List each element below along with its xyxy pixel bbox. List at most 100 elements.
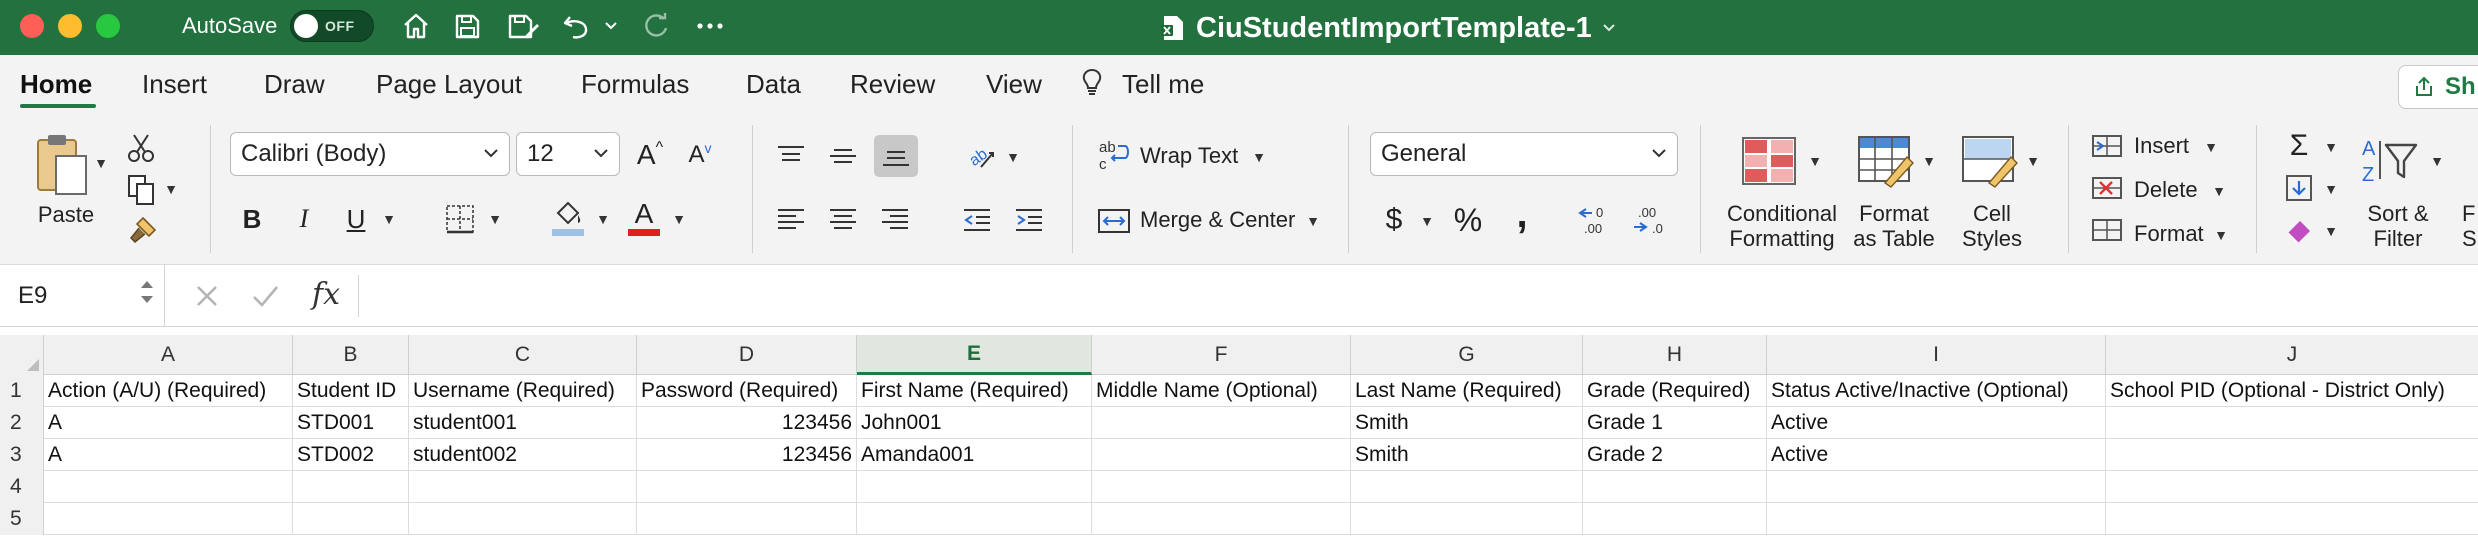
decrease-decimal-icon[interactable]: .00.0 (1628, 199, 1672, 241)
underline-button[interactable]: U (338, 199, 374, 239)
row-header[interactable]: 3 (0, 439, 44, 471)
font-name-dropdown[interactable]: Calibri (Body) (230, 132, 510, 176)
cell-i2[interactable]: Active (1767, 407, 2106, 439)
save-icon[interactable] (447, 6, 487, 46)
align-middle-icon[interactable] (822, 135, 864, 177)
cell-f5[interactable] (1092, 503, 1351, 535)
cell-i5[interactable] (1767, 503, 2106, 535)
autosum-icon[interactable]: Σ (2282, 129, 2316, 163)
comma-style-button[interactable]: , (1504, 192, 1540, 236)
borders-dropdown-chevron-icon[interactable]: ▼ (486, 209, 504, 229)
cell-f4[interactable] (1092, 471, 1351, 503)
cell-g1[interactable]: Last Name (Required) (1351, 375, 1583, 407)
redo-icon[interactable] (636, 6, 676, 46)
sort-filter-icon[interactable]: AZ (2358, 131, 2426, 191)
align-top-icon[interactable] (770, 135, 812, 177)
cell-b3[interactable]: STD002 (293, 439, 409, 471)
delete-cells-label[interactable]: Delete (2134, 177, 2198, 202)
cell-j3[interactable] (2106, 439, 2478, 471)
increase-font-size-icon[interactable]: A ^ (630, 135, 670, 175)
column-header-c[interactable]: C (409, 335, 637, 375)
row-header[interactable]: 2 (0, 407, 44, 439)
cell-e3[interactable]: Amanda001 (857, 439, 1092, 471)
wrap-text-dropdown-chevron-icon[interactable]: ▼ (1250, 147, 1268, 167)
tab-data[interactable]: Data (746, 69, 801, 100)
column-header-h[interactable]: H (1583, 335, 1767, 375)
cell-g2[interactable]: Smith (1351, 407, 1583, 439)
cell-b4[interactable] (293, 471, 409, 503)
insert-cells-chevron-icon[interactable]: ▼ (2202, 137, 2220, 157)
fill-color-icon[interactable] (548, 195, 588, 239)
copy-dropdown-chevron-icon[interactable]: ▼ (162, 179, 180, 199)
cell-styles-chevron-icon[interactable]: ▼ (2024, 151, 2042, 171)
home-icon[interactable] (396, 6, 436, 46)
share-button[interactable]: Sh (2398, 65, 2478, 109)
conditional-formatting-icon[interactable] (1736, 131, 1802, 191)
find-select-label[interactable]: FS (2462, 201, 2478, 251)
cell-c4[interactable] (409, 471, 637, 503)
tab-review[interactable]: Review (850, 69, 935, 100)
row-header[interactable]: 1 (0, 375, 44, 407)
cell-b5[interactable] (293, 503, 409, 535)
borders-icon[interactable] (440, 199, 480, 239)
fill-chevron-icon[interactable]: ▼ (2322, 179, 2340, 199)
cell-d1[interactable]: Password (Required) (637, 375, 857, 407)
align-right-icon[interactable] (874, 199, 916, 241)
name-box-stepper[interactable] (140, 279, 154, 305)
confirm-edit-icon[interactable] (250, 281, 280, 316)
cell-b2[interactable]: STD001 (293, 407, 409, 439)
fill-icon[interactable] (2282, 171, 2316, 205)
cell-c5[interactable] (409, 503, 637, 535)
cell-d4[interactable] (637, 471, 857, 503)
tab-page-layout[interactable]: Page Layout (376, 69, 522, 100)
undo-icon[interactable] (556, 6, 596, 46)
column-header-i[interactable]: I (1767, 335, 2106, 375)
tab-formulas[interactable]: Formulas (581, 69, 689, 100)
wrap-text-icon[interactable]: ab c (1096, 135, 1132, 175)
currency-dropdown-chevron-icon[interactable]: ▼ (1418, 211, 1436, 231)
cell-g3[interactable]: Smith (1351, 439, 1583, 471)
bold-button[interactable]: B (234, 199, 270, 239)
insert-cells-icon[interactable] (2090, 131, 2124, 161)
column-header-b[interactable]: B (293, 335, 409, 375)
cell-f3[interactable] (1092, 439, 1351, 471)
cell-j1[interactable]: School PID (Optional - District Only) (2106, 375, 2478, 407)
delete-cells-icon[interactable] (2090, 173, 2124, 203)
sort-filter-chevron-icon[interactable]: ▼ (2428, 151, 2446, 171)
cell-h1[interactable]: Grade (Required) (1583, 375, 1767, 407)
conditional-formatting-chevron-icon[interactable]: ▼ (1806, 151, 1824, 171)
font-color-icon[interactable]: A (624, 195, 664, 239)
close-window-button[interactable] (20, 14, 44, 38)
merge-center-label[interactable]: Merge & Center (1140, 207, 1295, 232)
cell-d2[interactable]: 123456 (637, 407, 857, 439)
tab-tell-me[interactable]: Tell me (1122, 69, 1204, 100)
format-as-table-chevron-icon[interactable]: ▼ (1920, 151, 1938, 171)
tab-draw[interactable]: Draw (264, 69, 325, 100)
format-cells-label[interactable]: Format (2134, 221, 2204, 246)
cell-j2[interactable] (2106, 407, 2478, 439)
cell-d5[interactable] (637, 503, 857, 535)
cell-a1[interactable]: Action (A/U) (Required) (44, 375, 293, 407)
format-cells-icon[interactable] (2090, 215, 2124, 245)
cell-e4[interactable] (857, 471, 1092, 503)
save-as-icon[interactable] (501, 6, 545, 46)
select-all-button[interactable] (0, 335, 44, 375)
paste-icon[interactable] (24, 129, 100, 201)
format-as-table-label[interactable]: Format as Table (1840, 201, 1948, 251)
wrap-text-label[interactable]: Wrap Text (1140, 143, 1238, 168)
underline-dropdown-chevron-icon[interactable]: ▼ (380, 209, 398, 229)
cell-styles-icon[interactable] (1956, 131, 2022, 191)
delete-cells-chevron-icon[interactable]: ▼ (2210, 181, 2228, 201)
tab-insert[interactable]: Insert (142, 69, 207, 100)
cell-a2[interactable]: A (44, 407, 293, 439)
cell-e2[interactable]: John001 (857, 407, 1092, 439)
cancel-edit-icon[interactable] (192, 281, 222, 316)
merge-center-dropdown-chevron-icon[interactable]: ▼ (1304, 211, 1322, 231)
format-as-table-icon[interactable] (1852, 131, 1918, 191)
cell-j5[interactable] (2106, 503, 2478, 535)
cell-a5[interactable] (44, 503, 293, 535)
cell-styles-label[interactable]: Cell Styles (1960, 201, 2024, 251)
undo-dropdown-chevron-icon[interactable] (602, 6, 620, 46)
more-icon[interactable] (690, 6, 730, 46)
percent-button[interactable]: % (1448, 199, 1488, 241)
